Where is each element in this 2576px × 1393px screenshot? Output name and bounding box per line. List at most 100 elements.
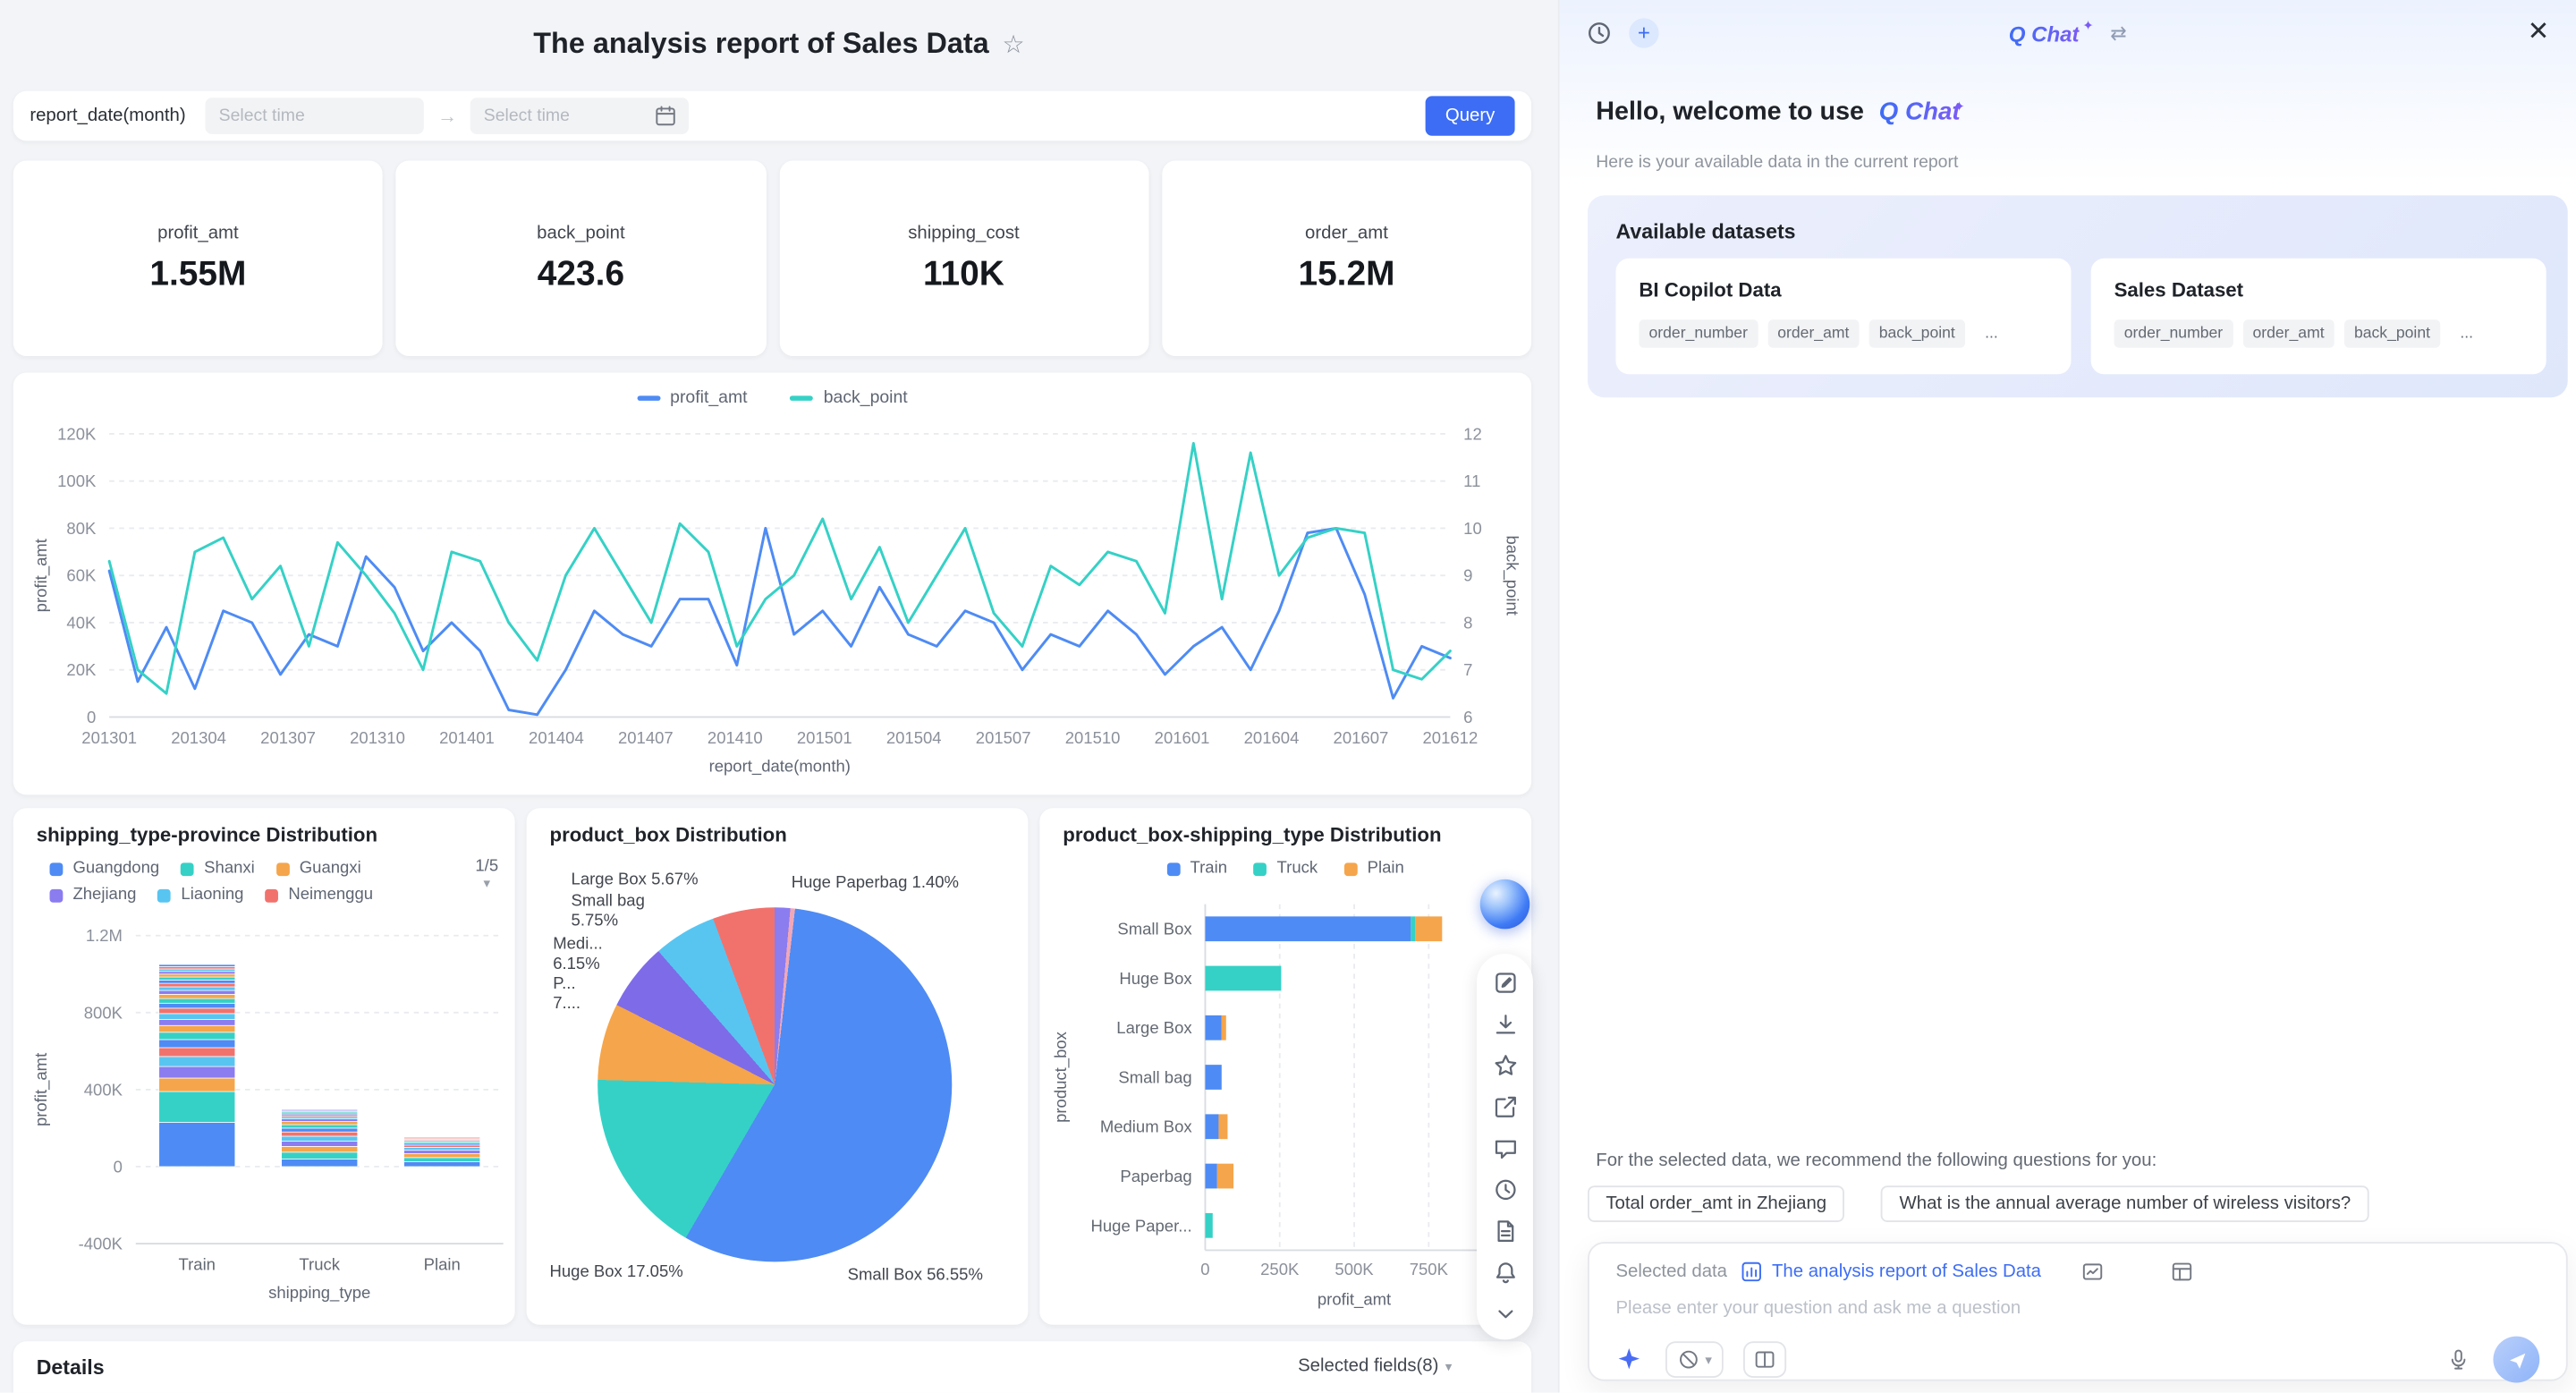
chat-topbar: + Q Chat ✦ ⇄ ✕ xyxy=(1560,0,2576,66)
svg-text:Small bag: Small bag xyxy=(1118,1067,1191,1086)
svg-text:1.2M: 1.2M xyxy=(86,926,123,945)
table-view-icon[interactable] xyxy=(2170,1261,2193,1284)
pie-label-small-bag: Small bag 5.75% xyxy=(571,892,645,930)
svg-text:250K: 250K xyxy=(1260,1260,1300,1278)
legend-item[interactable]: Truck xyxy=(1253,860,1318,878)
legend-swatch xyxy=(265,888,279,902)
kpi-label: profit_amt xyxy=(157,222,239,243)
svg-text:shipping_type: shipping_type xyxy=(268,1283,370,1303)
dashboard-panel: The analysis report of Sales Data ☆ repo… xyxy=(0,0,1558,1393)
svg-text:201501: 201501 xyxy=(797,728,852,747)
kpi-card-back-point[interactable]: back_point 423.6 xyxy=(395,160,767,356)
svg-text:400K: 400K xyxy=(84,1080,123,1099)
paper-plane-icon xyxy=(2509,1352,2525,1368)
kpi-row: profit_amt 1.55M back_point 423.6 shippi… xyxy=(13,160,1532,356)
start-date-input[interactable] xyxy=(205,98,425,134)
legend-label: Neimenggu xyxy=(288,886,374,905)
svg-text:12: 12 xyxy=(1463,424,1482,443)
svg-text:500K: 500K xyxy=(1335,1260,1374,1278)
suggestion-chip[interactable]: What is the annual average number of wir… xyxy=(1881,1185,2369,1222)
svg-text:60K: 60K xyxy=(66,566,97,585)
svg-text:750K: 750K xyxy=(1410,1260,1449,1278)
legend-item[interactable]: Shanxi xyxy=(181,860,255,878)
dataset-card-bi-copilot[interactable]: BI Copilot Data order_number order_amt b… xyxy=(1615,258,2072,375)
greeting: Hello, welcome to use Q Chat✦ xyxy=(1596,98,1971,127)
svg-text:201404: 201404 xyxy=(529,728,584,747)
download-icon[interactable] xyxy=(1493,1012,1518,1037)
legend-pager[interactable]: 1/5 ▾ xyxy=(475,858,498,891)
pie-chart[interactable] xyxy=(597,907,953,1262)
legend-item-profit-amt[interactable]: profit_amt xyxy=(637,387,748,407)
send-button[interactable] xyxy=(2493,1336,2540,1383)
filter-field-label: report_date(month) xyxy=(30,106,186,126)
close-icon[interactable]: ✕ xyxy=(2528,19,2550,47)
copilot-sphere-button[interactable] xyxy=(1479,879,1530,930)
legend-item[interactable]: Neimenggu xyxy=(265,886,374,905)
svg-text:201601: 201601 xyxy=(1155,728,1210,747)
range-arrow-icon: → xyxy=(436,104,458,128)
field-tag: order_amt xyxy=(2242,319,2334,348)
alert-bell-icon[interactable] xyxy=(1493,1261,1518,1286)
pie-label-huge-box: Huge Box 17.05% xyxy=(549,1263,683,1282)
kpi-card-shipping-cost[interactable]: shipping_cost 110K xyxy=(778,160,1149,356)
query-button[interactable]: Query xyxy=(1425,96,1515,136)
layout-columns-button[interactable] xyxy=(1743,1341,1787,1378)
legend-item[interactable]: Liaoning xyxy=(157,886,243,905)
suggestion-chip[interactable]: Total order_amt in Zhejiang xyxy=(1588,1185,1845,1222)
composer-toolbar: ▾ xyxy=(1615,1336,2540,1383)
legend-item[interactable]: Zhejiang xyxy=(49,886,136,905)
collapse-chevron-icon[interactable] xyxy=(1493,1302,1518,1327)
legend-item[interactable]: Guangxi xyxy=(275,859,361,878)
chart-title: shipping_type-province Distribution xyxy=(36,822,378,846)
kpi-card-order-amt[interactable]: order_amt 15.2M xyxy=(1161,160,1532,356)
more-fields-tag[interactable]: ... xyxy=(1975,319,2008,347)
session-history-icon[interactable] xyxy=(1586,20,1613,47)
svg-text:80K: 80K xyxy=(66,519,97,538)
svg-text:profit_amt: profit_amt xyxy=(1318,1290,1391,1310)
comment-icon[interactable] xyxy=(1493,1136,1518,1161)
selected-fields-dropdown[interactable]: Selected fields(8) ▾ xyxy=(1298,1356,1452,1376)
legend-item-back-point[interactable]: back_point xyxy=(790,387,908,407)
chart-title: product_box-shipping_type Distribution xyxy=(1063,822,1442,846)
question-input[interactable] xyxy=(1615,1298,2540,1319)
legend-item[interactable]: Train xyxy=(1166,859,1228,878)
svg-text:report_date(month): report_date(month) xyxy=(709,757,851,777)
suggestion-chips: Total order_amt in Zhejiang What is the … xyxy=(1588,1185,2369,1222)
svg-text:201607: 201607 xyxy=(1334,728,1389,747)
more-fields-tag[interactable]: ... xyxy=(2450,319,2483,347)
document-icon[interactable] xyxy=(1493,1219,1518,1244)
insert-card-icon[interactable] xyxy=(2080,1261,2104,1284)
favorite-star-icon[interactable]: ☆ xyxy=(1003,29,1025,58)
svg-text:0: 0 xyxy=(114,1157,123,1176)
selected-report-link[interactable]: The analysis report of Sales Data xyxy=(1741,1261,2041,1284)
edit-icon[interactable] xyxy=(1493,971,1518,996)
microphone-icon[interactable] xyxy=(2447,1348,2470,1372)
dataset-fields: order_number order_amt back_point ... xyxy=(2114,319,2523,348)
star-icon[interactable] xyxy=(1493,1053,1518,1078)
legend-item[interactable]: Plain xyxy=(1343,860,1404,878)
greeting-text: Hello, welcome to use xyxy=(1596,98,1864,126)
legend-item[interactable]: Guangdong xyxy=(49,860,159,878)
svg-text:profit_amt: profit_amt xyxy=(31,1053,51,1126)
history-icon[interactable] xyxy=(1493,1177,1518,1202)
svg-text:Medium Box: Medium Box xyxy=(1100,1117,1193,1136)
chevron-down-icon: ▾ xyxy=(1445,1358,1453,1374)
bar-chart-legend: Guangdong Shanxi Guangxi Zhejiang Liaoni… xyxy=(49,859,431,905)
share-icon[interactable] xyxy=(1493,1094,1518,1119)
new-chat-button[interactable]: + xyxy=(1629,18,1659,48)
svg-text:10: 10 xyxy=(1463,519,1482,538)
svg-text:201310: 201310 xyxy=(350,728,405,747)
legend-label: Train xyxy=(1190,859,1228,878)
field-tag: order_number xyxy=(2114,319,2233,348)
ai-spark-icon[interactable] xyxy=(1615,1346,1642,1373)
legend-label: Guangxi xyxy=(299,859,361,878)
svg-text:201304: 201304 xyxy=(171,728,226,747)
line-chart: 0 6 20K 7 40K 8 60K 9 80K 10 100K 11 120K 12 201301 201… xyxy=(31,424,1521,777)
kpi-card-profit-amt[interactable]: profit_amt 1.55M xyxy=(13,160,384,356)
mode-select[interactable]: ▾ xyxy=(1665,1341,1724,1378)
dataset-card-sales[interactable]: Sales Dataset order_number order_amt bac… xyxy=(2090,258,2546,375)
swap-panel-icon[interactable]: ⇄ xyxy=(2110,21,2127,45)
legend-swatch xyxy=(790,395,814,400)
legend-pager-down-icon[interactable]: ▾ xyxy=(484,876,490,891)
ban-icon xyxy=(1677,1348,1700,1372)
